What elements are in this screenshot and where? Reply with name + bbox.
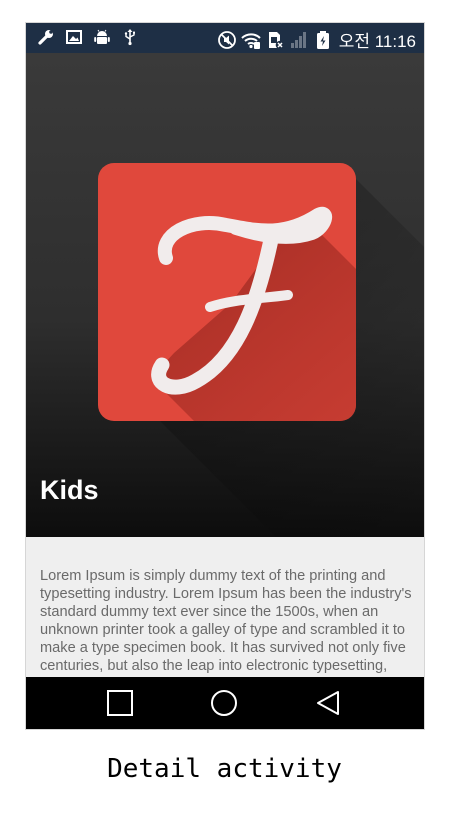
android-icon [94,29,110,44]
wrench-icon [38,30,53,45]
image-icon [66,30,82,44]
no-sim-icon [268,31,285,49]
detail-content[interactable]: Lorem Ipsum is simply dummy text of the … [26,537,424,677]
back-icon[interactable] [314,689,342,717]
usb-icon [124,29,135,46]
signal-icon [290,31,306,48]
app-logo-icon [98,163,424,537]
home-icon[interactable] [210,689,238,717]
screenshot-caption: Detail activity [107,754,342,784]
status-bar: 오전 11:16 [26,23,424,53]
navigation-bar [26,677,424,729]
battery-icon [316,30,329,49]
mute-icon [217,30,236,49]
wifi-icon [241,32,261,49]
status-time: 오전 11:16 [338,32,416,51]
phone-screen: 오전 11:16 Kids Lorem Ipsum is simply dumm… [25,22,425,730]
status-bar-left-icons [36,27,140,47]
detail-title: Kids [40,475,99,505]
status-bar-right-icons: 오전 11:16 [217,27,416,52]
detail-header-image: Kids [26,53,424,537]
recents-icon[interactable] [106,689,134,717]
detail-body-text: Lorem Ipsum is simply dummy text of the … [40,568,412,677]
